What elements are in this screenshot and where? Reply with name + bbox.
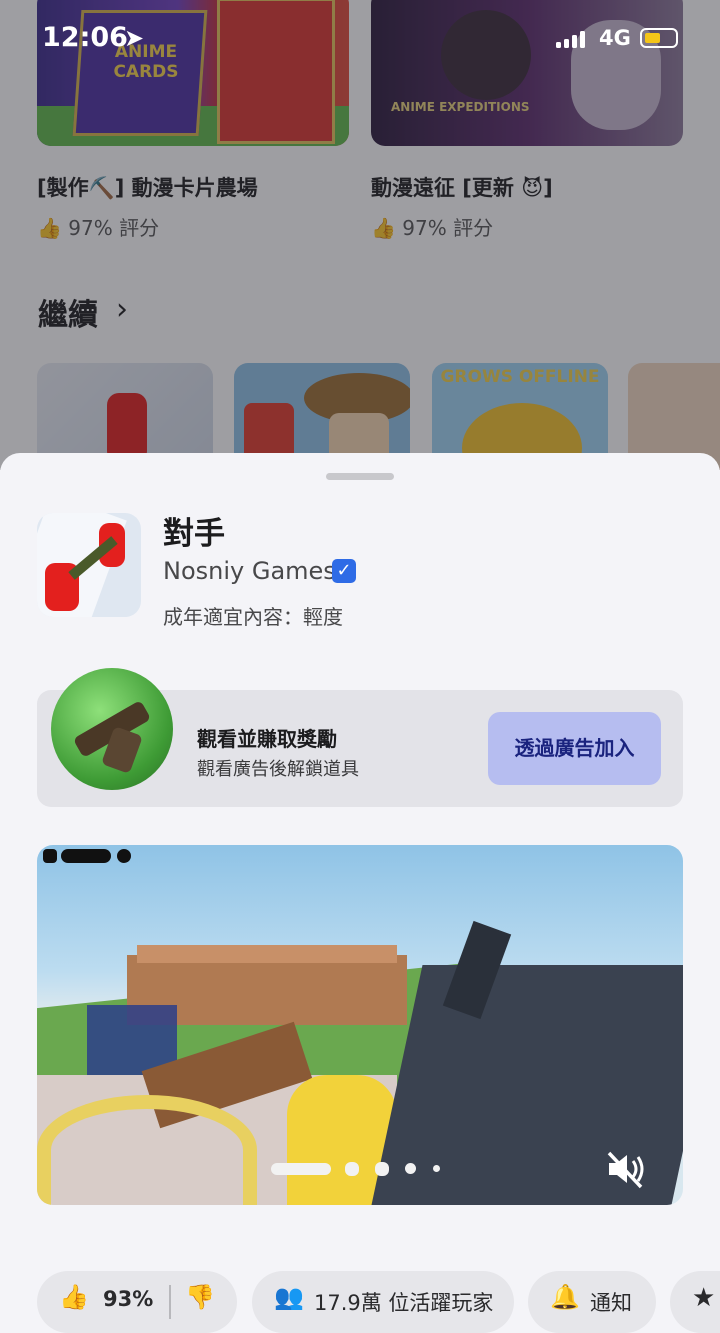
maturity-rating: 成年適宜內容：輕度 [163,605,343,629]
carousel-dot[interactable] [375,1162,389,1176]
favorite-button[interactable]: ★ [670,1271,720,1333]
reward-subtitle: 觀看廣告後解鎖道具 [197,759,359,780]
reward-card: 觀看並賺取獎勵 觀看廣告後解鎖道具 透過廣告加入 [37,668,683,807]
active-players-pill: 👥 17.9萬 位活躍玩家 [252,1271,514,1333]
sheet-handle[interactable] [326,473,394,480]
carousel-dot[interactable] [345,1162,359,1176]
game-icon [37,513,141,617]
thumbs-up-icon[interactable]: 👍 [59,1283,89,1311]
active-players: 17.9萬 位活躍玩家 [314,1291,494,1315]
clock: 12:06 [42,22,128,53]
network-type: 4G [599,26,631,50]
rating-pill: 👍 93% 👎 [37,1271,237,1333]
bell-icon: 🔔 [550,1283,580,1311]
developer-name[interactable]: Nosniy Games [163,557,336,585]
carousel-dot[interactable] [405,1163,416,1174]
notify-label: 通知 [590,1291,632,1315]
signal-icon [556,31,585,48]
reward-title: 觀看並賺取獎勵 [197,727,337,751]
battery-icon [640,28,678,48]
game-title: 對手 [163,516,225,552]
game-detail-sheet: 對手 Nosniy Games ✓ 成年適宜內容：輕度 觀看並賺取獎勵 觀看廣告… [0,453,720,1333]
star-icon: ★ [692,1283,716,1313]
game-ui-menu [43,849,131,865]
reward-item-image [51,668,173,790]
thumbs-down-icon[interactable]: 👎 [185,1283,215,1311]
location-arrow-icon: ➤ [124,24,145,52]
notify-button[interactable]: 🔔 通知 [528,1271,656,1333]
background-content: ANIME CARDS ANIME EXPEDITIONS [製作⛏️] 動漫卡… [0,0,720,470]
verified-badge-icon: ✓ [332,559,356,583]
carousel-dot-active[interactable] [271,1163,331,1175]
users-icon: 👥 [274,1283,304,1311]
divider [169,1285,171,1319]
join-via-ad-button[interactable]: 透過廣告加入 [488,712,661,785]
status-bar: 12:06 ➤ 4G [0,22,720,58]
mute-icon[interactable] [603,1149,647,1189]
carousel-dot[interactable] [433,1165,440,1172]
like-percent: 93% [103,1287,154,1311]
dim-overlay[interactable] [0,0,720,470]
media-carousel[interactable] [37,845,683,1205]
